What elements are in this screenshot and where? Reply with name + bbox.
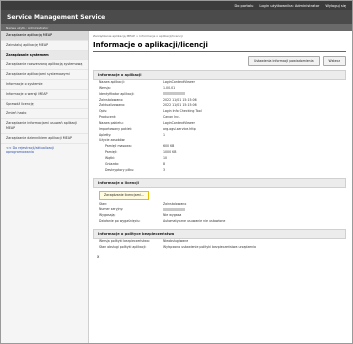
sidebar-item-meap-version[interactable]: Informacje o wersji MEAP bbox=[1, 90, 88, 100]
back-button[interactable]: Wstecz bbox=[322, 56, 346, 66]
sidebar-item-uninstall-info[interactable]: Zarządzanie informacjami usuwań aplikacj… bbox=[1, 119, 88, 134]
license-info-heading: Informacje o licencji bbox=[93, 177, 346, 188]
row-label: Deskryptory pliku: bbox=[105, 167, 135, 172]
title-divider bbox=[93, 51, 346, 52]
row-value: 3 bbox=[163, 167, 166, 172]
table-row: Działanie po wygaśnięciu: Automatyczne us… bbox=[93, 219, 346, 225]
page-title: Informacje o aplikacji/licencji bbox=[93, 41, 208, 49]
license-info-table: Stan: Zainstalowano Numer seryjny: Wygasa… bbox=[93, 202, 346, 225]
notification-settings-button[interactable]: Ustawienia informacji powiadomienia bbox=[247, 56, 320, 66]
app-info-heading: Informacje o aplikacji bbox=[93, 70, 346, 80]
sidebar-item-change-password[interactable]: Zmień hasło bbox=[1, 109, 88, 120]
sidebar-item-install-meap[interactable]: Zainstaluj aplikację MEAP bbox=[1, 41, 88, 51]
sidebar-item-system-info[interactable]: Informacje o systemie bbox=[1, 80, 88, 90]
portal-link[interactable]: Do portalu bbox=[234, 4, 253, 8]
security-info-table: Wersja polityki bezpieczeństwa: Nieobsług… bbox=[93, 239, 346, 251]
app-title: Service Management Service bbox=[1, 10, 352, 24]
sidebar: Zarządzanie aplikacją MEAP Zainstaluj ap… bbox=[1, 31, 89, 343]
logout-link[interactable]: Wyloguj się bbox=[325, 4, 346, 8]
sidebar-item-system-management[interactable]: Zarządzanie systemem bbox=[1, 50, 88, 61]
sidebar-item-app-log[interactable]: Zarządzanie dziennikiem aplikacji MEAP bbox=[1, 134, 88, 144]
main-content: Zarządzanie aplikacją MEAP > Informacje … bbox=[93, 31, 346, 343]
table-row: Stan obsługi polityki aplikacji: Wyłączon… bbox=[93, 245, 346, 251]
row-value: Automatyczne usuwanie nie ustawione bbox=[163, 219, 226, 224]
row-label: Działanie po wygaśnięciu: bbox=[99, 219, 141, 224]
login-user-label: Login użytkownika: Administrator bbox=[259, 3, 320, 8]
table-row: Deskryptory pliku: 3 bbox=[93, 168, 346, 174]
action-buttons: Ustawienia informacji powiadomienia Wste… bbox=[93, 56, 346, 66]
top-bar: Do portalu Login użytkownika: Administra… bbox=[1, 1, 352, 10]
sidebar-item-check-license[interactable]: Sprawdź licencję bbox=[1, 100, 88, 110]
close-icon: x bbox=[97, 253, 100, 259]
manage-licenses-button[interactable]: Zarządzanie licencjami... bbox=[99, 190, 149, 200]
app-info-table: Nazwa aplikacji: LoginContextViewer Wersj… bbox=[93, 80, 346, 174]
sidebar-item-extended-system-app[interactable]: Zarządzanie rozszerzoną aplikacją system… bbox=[1, 60, 88, 71]
redacted-value bbox=[163, 207, 185, 211]
row-label: Stan obsługi polityki aplikacji: bbox=[99, 244, 147, 249]
sidebar-item-system-apps[interactable]: Zarządzanie aplikacjami systemowymi bbox=[1, 70, 88, 80]
user-line: Nazwa użytk.: Administrator bbox=[1, 24, 352, 31]
redacted-value bbox=[163, 92, 185, 96]
sidebar-back-link[interactable]: << Do rejestracji/aktualizacji oprogramo… bbox=[1, 144, 88, 158]
security-info-heading: Informacje o polityce bezpieczeństwa bbox=[93, 228, 346, 239]
sidebar-item-meap-management[interactable]: Zarządzanie aplikacją MEAP bbox=[1, 31, 88, 41]
breadcrumb: Zarządzanie aplikacją MEAP > Informacje … bbox=[93, 34, 183, 38]
row-value: Wyłączono ustawienie polityki bezpieczeń… bbox=[163, 244, 256, 249]
browser-frame: Do portalu Login użytkownika: Administra… bbox=[0, 0, 353, 344]
